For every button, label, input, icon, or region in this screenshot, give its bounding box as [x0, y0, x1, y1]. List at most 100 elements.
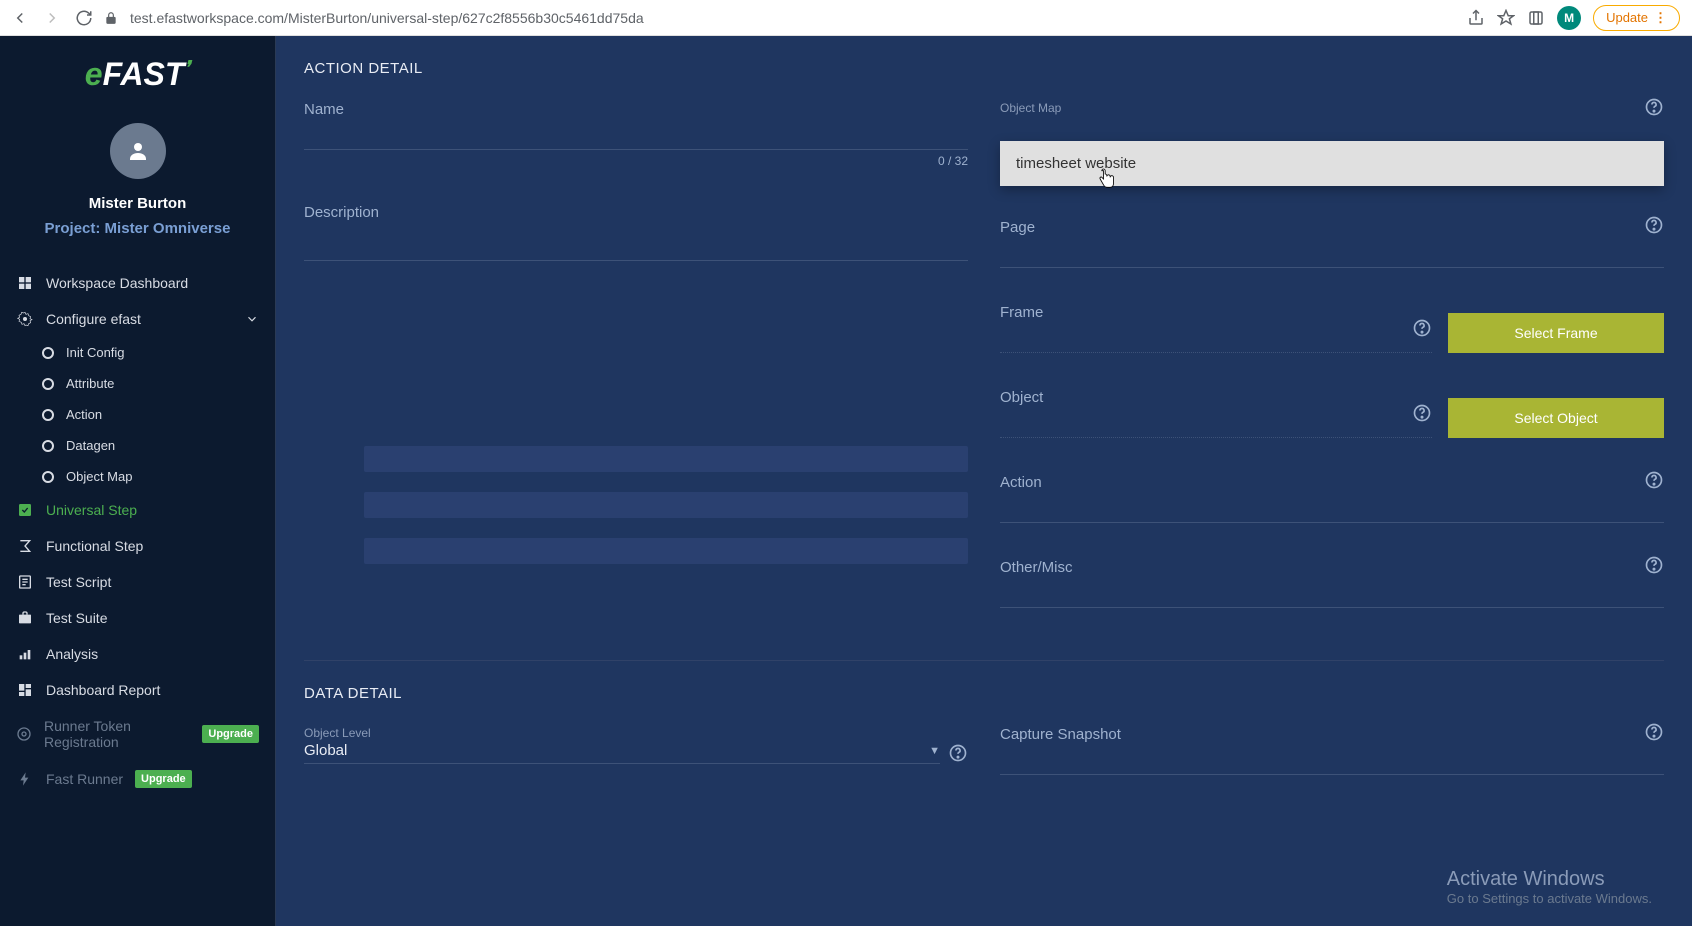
nav-universal-step[interactable]: Universal Step	[0, 492, 275, 528]
nav-init-config[interactable]: Init Config	[0, 337, 275, 368]
nav-fast-runner[interactable]: Fast Runner Upgrade	[0, 760, 275, 798]
nav-attribute[interactable]: Attribute	[0, 368, 275, 399]
object-level-wrap: Object Level Global ▼	[304, 726, 968, 764]
skeleton-line	[364, 538, 968, 564]
frame-input[interactable]	[1000, 323, 1432, 353]
nav-label: Configure efast	[46, 311, 141, 327]
leaf-icon: ❜	[184, 57, 190, 77]
description-field-wrap: Description	[304, 204, 968, 266]
page-input[interactable]	[1000, 238, 1664, 268]
name-field-wrap: Name 0 / 32	[304, 101, 968, 168]
forward-button[interactable]	[40, 6, 64, 30]
upgrade-badge: Upgrade	[202, 725, 259, 743]
object-map-field-wrap: Object Map timesheet website	[1000, 101, 1664, 147]
skeleton-placeholder	[304, 446, 968, 564]
help-icon[interactable]	[1644, 215, 1664, 235]
section-data-detail: DATA DETAIL	[304, 685, 1664, 702]
action-field-wrap: Action	[1000, 474, 1664, 523]
skeleton-line	[364, 492, 968, 518]
nav-configure-efast[interactable]: Configure efast	[0, 301, 275, 337]
dashboard-icon	[16, 275, 34, 291]
object-level-select[interactable]: Global ▼	[304, 742, 940, 764]
url-bar[interactable]: test.efastworkspace.com/MisterBurton/uni…	[126, 10, 1459, 26]
bookmark-star-icon[interactable]	[1497, 9, 1515, 27]
nav-label: Test Suite	[46, 610, 107, 626]
nav-label: Attribute	[66, 376, 114, 391]
nav-label: Functional Step	[46, 538, 143, 554]
script-icon	[16, 574, 34, 590]
nav-label: Action	[66, 407, 102, 422]
nav-label: Object Map	[66, 469, 132, 484]
nav-label: Init Config	[66, 345, 125, 360]
nav-functional-step[interactable]: Functional Step	[0, 528, 275, 564]
name-label: Name	[304, 101, 968, 118]
help-icon[interactable]	[1644, 470, 1664, 490]
help-icon[interactable]	[948, 743, 968, 763]
token-icon	[16, 726, 32, 742]
extensions-icon[interactable]	[1527, 9, 1545, 27]
nav-runner-token[interactable]: Runner Token Registration Upgrade	[0, 708, 275, 760]
help-icon[interactable]	[1412, 318, 1432, 338]
object-input[interactable]	[1000, 408, 1432, 438]
help-icon[interactable]	[1644, 722, 1664, 742]
upgrade-badge: Upgrade	[135, 770, 192, 788]
sigma-icon	[16, 538, 34, 554]
windows-subtitle: Go to Settings to activate Windows.	[1447, 891, 1652, 906]
logo-main: FAST	[103, 56, 185, 92]
nav-label: Dashboard Report	[46, 682, 160, 698]
nav-workspace-dashboard[interactable]: Workspace Dashboard	[0, 265, 275, 301]
user-avatar-icon[interactable]	[110, 123, 166, 179]
radio-icon	[42, 378, 54, 390]
other-misc-label: Other/Misc	[1000, 559, 1664, 576]
object-level-label: Object Level	[304, 726, 968, 740]
share-icon[interactable]	[1467, 9, 1485, 27]
update-label: Update	[1606, 10, 1648, 25]
other-misc-field-wrap: Other/Misc	[1000, 559, 1664, 608]
chevron-down-icon	[245, 312, 259, 326]
object-label: Object	[1000, 389, 1432, 406]
select-frame-button[interactable]: Select Frame	[1448, 313, 1664, 353]
description-label: Description	[304, 204, 968, 221]
main-content: ACTION DETAIL Name 0 / 32 Description	[276, 36, 1692, 926]
action-input[interactable]	[1000, 493, 1664, 523]
update-button[interactable]: Update ⋮	[1593, 5, 1680, 31]
back-button[interactable]	[8, 6, 32, 30]
select-object-button[interactable]: Select Object	[1448, 398, 1664, 438]
nav-object-map[interactable]: Object Map	[0, 461, 275, 492]
nav-dashboard-report[interactable]: Dashboard Report	[0, 672, 275, 708]
bolt-icon	[16, 771, 34, 787]
name-input[interactable]	[304, 120, 968, 150]
radio-icon	[42, 347, 54, 359]
capture-snapshot-wrap: Capture Snapshot	[1000, 726, 1664, 775]
nav-label: Workspace Dashboard	[46, 275, 188, 291]
help-icon[interactable]	[1644, 555, 1664, 575]
section-divider	[304, 660, 1664, 661]
dropdown-option-timesheet[interactable]: timesheet website	[1000, 141, 1664, 186]
object-map-label: Object Map	[1000, 101, 1664, 115]
logo-prefix: e	[85, 56, 103, 92]
project-name[interactable]: Project: Mister Omniverse	[45, 220, 231, 237]
other-misc-input[interactable]	[1000, 578, 1664, 608]
kebab-icon: ⋮	[1654, 10, 1667, 26]
page-field-wrap: Page	[1000, 219, 1664, 268]
nav-label: Datagen	[66, 438, 115, 453]
description-input[interactable]	[304, 223, 968, 261]
windows-title: Activate Windows	[1447, 868, 1652, 891]
nav-action[interactable]: Action	[0, 399, 275, 430]
profile-avatar-icon[interactable]: M	[1557, 6, 1581, 30]
nav-analysis[interactable]: Analysis	[0, 636, 275, 672]
help-icon[interactable]	[1644, 97, 1664, 117]
page-label: Page	[1000, 219, 1664, 236]
help-icon[interactable]	[1412, 403, 1432, 423]
nav-label: Analysis	[46, 646, 98, 662]
radio-icon	[42, 440, 54, 452]
reload-button[interactable]	[72, 6, 96, 30]
radio-icon	[42, 409, 54, 421]
radio-icon	[42, 471, 54, 483]
lock-icon	[104, 11, 118, 25]
nav-test-script[interactable]: Test Script	[0, 564, 275, 600]
nav-test-suite[interactable]: Test Suite	[0, 600, 275, 636]
nav-datagen[interactable]: Datagen	[0, 430, 275, 461]
capture-snapshot-input[interactable]	[1000, 745, 1664, 775]
nav-label: Fast Runner	[46, 771, 123, 787]
